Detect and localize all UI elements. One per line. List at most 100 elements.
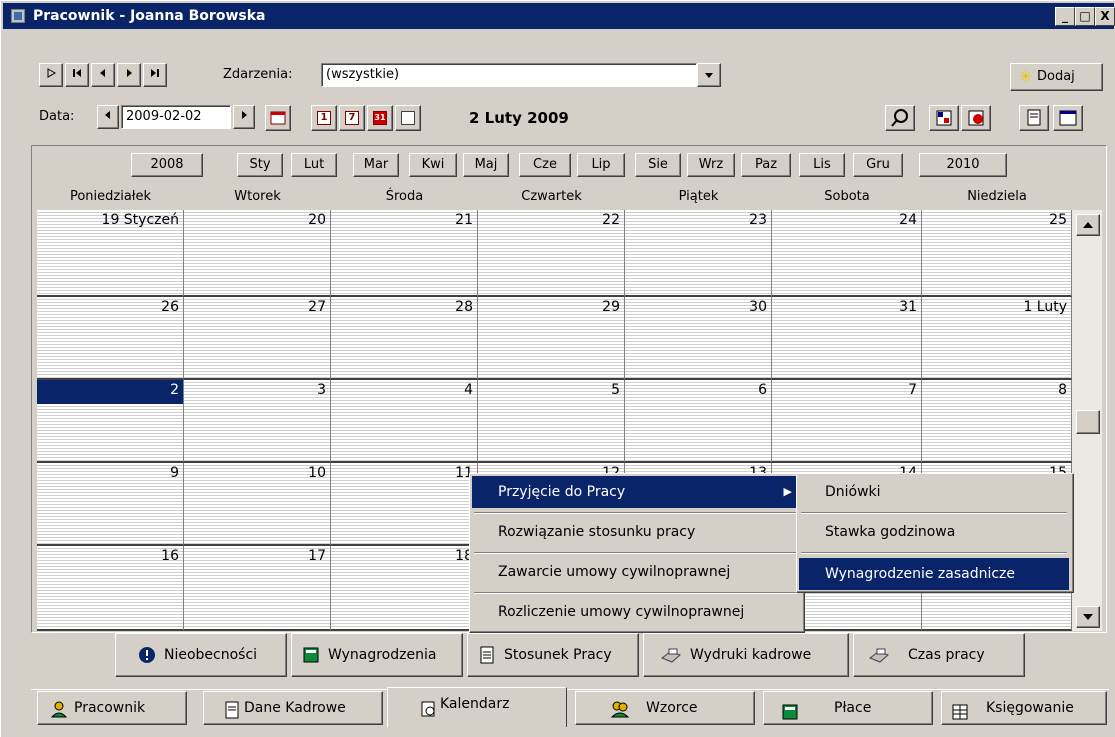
next-record-button[interactable] <box>117 63 141 87</box>
day-cell[interactable]: 8 <box>922 380 1072 463</box>
day-cell[interactable]: 4 <box>331 380 478 463</box>
schedule-button[interactable] <box>961 105 991 131</box>
day-cell[interactable]: 11 <box>331 463 478 546</box>
calendar-view-button[interactable] <box>265 105 291 131</box>
events-dropdown-button[interactable] <box>697 63 721 87</box>
day-view-button[interactable]: 1 <box>311 105 337 131</box>
first-record-button[interactable] <box>65 63 89 87</box>
vertical-scrollbar[interactable] <box>1072 210 1102 631</box>
day-number: 8 <box>1058 382 1067 398</box>
tab-label: Dane Kadrowe <box>244 700 346 716</box>
month-view-button[interactable]: 31 <box>367 105 393 131</box>
day-cell[interactable]: 7 <box>772 380 922 463</box>
subtab-label: Stosunek Pracy <box>504 647 612 663</box>
day-cell[interactable]: 6 <box>625 380 772 463</box>
day-cell[interactable]: 19 Styczeń <box>37 210 184 297</box>
events-select[interactable]: (wszystkie) <box>321 63 697 87</box>
day-cell[interactable]: 25 <box>922 210 1072 297</box>
submenu-item-hourly[interactable]: Stawka godzinowa <box>799 516 1069 548</box>
tab-payroll[interactable]: Płace <box>763 691 933 725</box>
subtab-absences[interactable]: Nieobecności <box>115 633 287 677</box>
grid-button[interactable] <box>929 105 959 131</box>
month-button[interactable]: Lip <box>577 153 625 177</box>
menu-separator <box>801 512 1067 514</box>
month-button[interactable]: Sty <box>237 153 283 177</box>
close-button[interactable]: X <box>1095 7 1115 26</box>
day-cell[interactable]: 18 <box>331 546 478 631</box>
menu-separator <box>474 512 798 514</box>
day-cell[interactable]: 24 <box>772 210 922 297</box>
add-button[interactable]: ✳ Dodaj <box>1010 63 1103 91</box>
play-button[interactable] <box>39 63 63 87</box>
day-cell[interactable]: 2 <box>37 380 184 463</box>
subtab-hr-printouts[interactable]: Wydruki kadrowe <box>643 633 849 677</box>
month-button[interactable]: Maj <box>463 153 509 177</box>
search-button[interactable] <box>885 105 915 131</box>
subtab-salaries[interactable]: Wynagrodzenia <box>291 633 463 677</box>
next-year-button[interactable]: 2010 <box>919 153 1007 177</box>
day-cell[interactable]: 28 <box>331 297 478 380</box>
date-next-button[interactable] <box>233 105 255 129</box>
day-cell[interactable]: 5 <box>478 380 625 463</box>
month-button[interactable]: Lut <box>291 153 337 177</box>
month-button[interactable]: Cze <box>519 153 571 177</box>
last-record-button[interactable] <box>143 63 167 87</box>
prev-record-button[interactable] <box>91 63 115 87</box>
day-cell[interactable]: 22 <box>478 210 625 297</box>
menu-separator <box>474 552 798 554</box>
submenu: Dniówki Stawka godzinowa Wynagrodzenie z… <box>796 473 1074 593</box>
day-cell[interactable]: 16 <box>37 546 184 631</box>
month-button[interactable]: Lis <box>799 153 845 177</box>
day-cell[interactable]: 17 <box>184 546 331 631</box>
week-view-button[interactable]: 7 <box>339 105 365 131</box>
day-cell[interactable]: 1 Luty <box>922 297 1072 380</box>
scroll-down-button[interactable] <box>1076 606 1100 628</box>
scroll-up-button[interactable] <box>1076 214 1100 236</box>
day-number: 10 <box>308 465 326 481</box>
list-view-button[interactable] <box>395 105 421 131</box>
scroll-thumb[interactable] <box>1076 410 1100 434</box>
day-number: 9 <box>170 465 179 481</box>
month-button[interactable]: Wrz <box>687 153 735 177</box>
subtab-employment[interactable]: Stosunek Pracy <box>467 633 639 677</box>
date-prev-button[interactable] <box>97 105 119 129</box>
day-cell[interactable]: 27 <box>184 297 331 380</box>
prev-year-button[interactable]: 2008 <box>131 153 203 177</box>
day-cell[interactable]: 29 <box>478 297 625 380</box>
add-button-label: Dodaj <box>1037 69 1075 84</box>
tab-calendar[interactable]: Kalendarz <box>387 687 567 727</box>
print-button[interactable] <box>1019 105 1049 131</box>
menu-item-civil-settlement[interactable]: Rozliczenie umowy cywilnoprawnej <box>472 596 800 628</box>
date-input[interactable]: 2009-02-02 <box>121 105 231 129</box>
tab-employee[interactable]: Pracownik <box>37 691 187 725</box>
day-cell[interactable]: 26 <box>37 297 184 380</box>
day-cell[interactable]: 3 <box>184 380 331 463</box>
day-cell[interactable]: 10 <box>184 463 331 546</box>
submenu-arrow-icon: ▶ <box>783 485 792 498</box>
menu-item-termination[interactable]: Rozwiązanie stosunku pracy <box>472 516 800 548</box>
tab-accounting[interactable]: Księgowanie <box>941 691 1107 725</box>
month-button[interactable]: Mar <box>353 153 399 177</box>
month-button[interactable]: Sie <box>635 153 681 177</box>
menu-item-hire[interactable]: Przyjęcie do Pracy ▶ <box>472 476 800 508</box>
submenu-item-base-salary[interactable]: Wynagrodzenie zasadnicze <box>799 558 1069 590</box>
title-bar[interactable]: Pracownik - Joanna Borowska _ □ X <box>3 3 1115 29</box>
day-cell[interactable]: 9 <box>37 463 184 546</box>
day-cell[interactable]: 30 <box>625 297 772 380</box>
day-cell[interactable]: 31 <box>772 297 922 380</box>
tab-hr-data[interactable]: Dane Kadrowe <box>203 691 383 725</box>
subtab-work-time[interactable]: Czas pracy <box>853 633 1025 677</box>
day-cell[interactable]: 23 <box>625 210 772 297</box>
menu-item-civil-contract[interactable]: Zawarcie umowy cywilnoprawnej <box>472 556 800 588</box>
properties-button[interactable] <box>1053 105 1083 131</box>
day-number: 23 <box>749 212 767 228</box>
month-button[interactable]: Gru <box>853 153 903 177</box>
day-cell[interactable]: 20 <box>184 210 331 297</box>
maximize-button[interactable]: □ <box>1075 7 1095 26</box>
tab-templates[interactable]: Wzorce <box>575 691 755 725</box>
month-button[interactable]: Paz <box>741 153 791 177</box>
submenu-item-daily[interactable]: Dniówki <box>799 476 1069 508</box>
month-button[interactable]: Kwi <box>409 153 457 177</box>
minimize-button[interactable]: _ <box>1055 7 1075 26</box>
day-cell[interactable]: 21 <box>331 210 478 297</box>
